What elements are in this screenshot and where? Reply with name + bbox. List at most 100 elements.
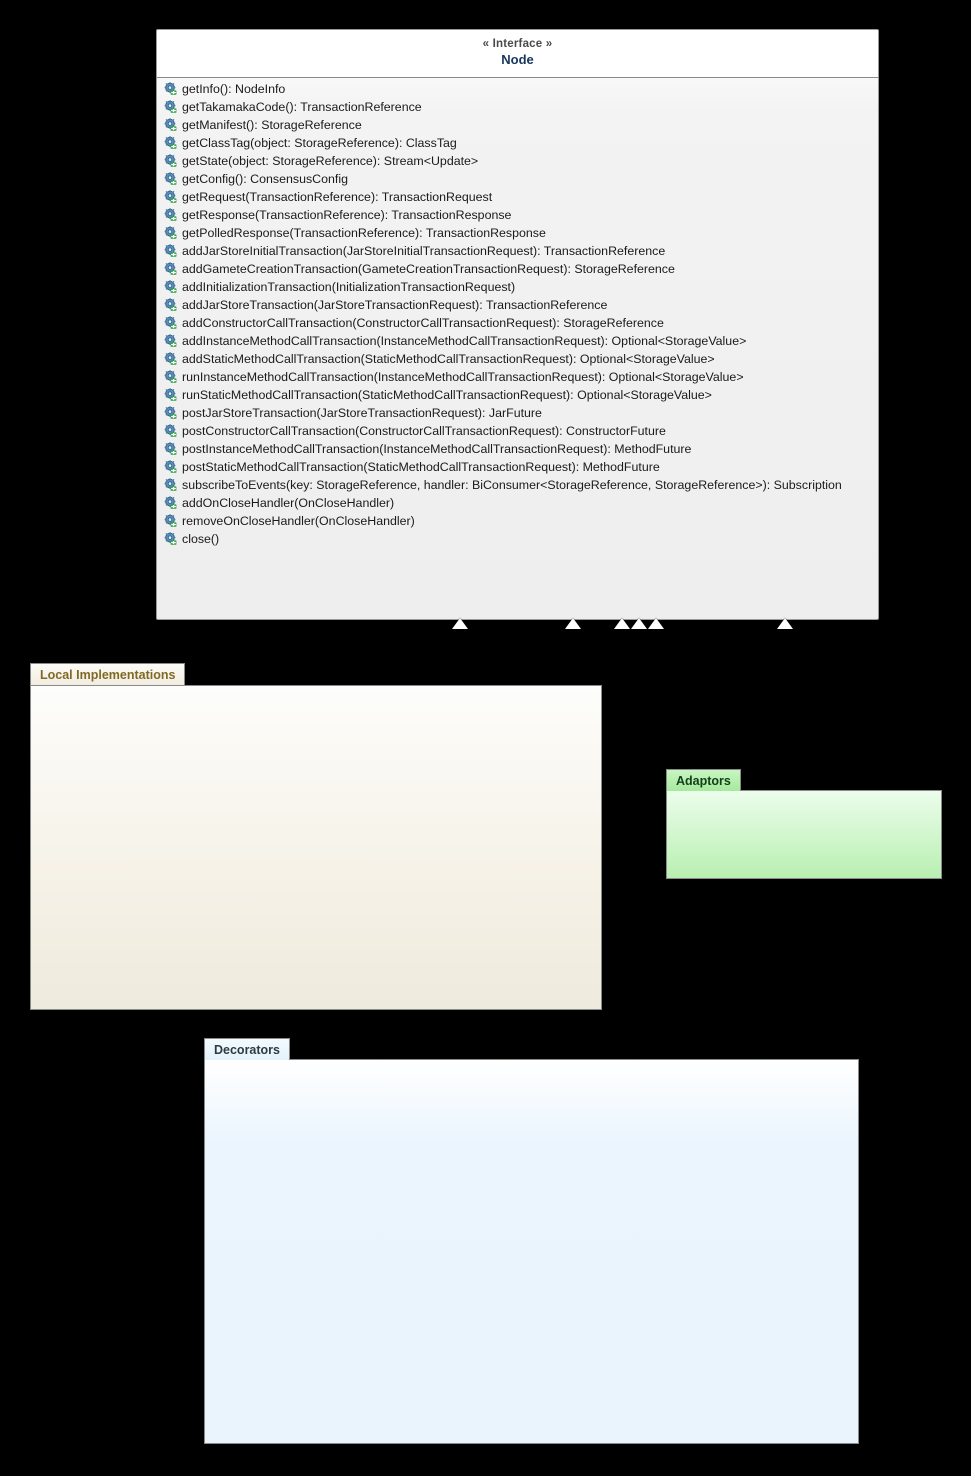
public-method-icon — [164, 532, 177, 545]
method-row[interactable]: getTakamakaCode(): TransactionReference — [157, 98, 878, 116]
method-signature: subscribeToEvents(key: StorageReference,… — [182, 477, 842, 492]
inheritance-arrow-accountsnode — [648, 618, 664, 629]
package-label-decorators: Decorators — [204, 1038, 290, 1060]
method-row[interactable]: subscribeToEvents(key: StorageReference,… — [157, 476, 878, 494]
public-method-icon — [164, 406, 177, 419]
public-method-icon — [164, 100, 177, 113]
method-row[interactable]: addJarStoreTransaction(JarStoreTransacti… — [157, 296, 878, 314]
package-body-decorators — [204, 1059, 859, 1444]
class-box-node[interactable]: « Interface » Node getInfo(): NodeInfo ge… — [156, 29, 879, 620]
method-signature: getPolledResponse(TransactionReference):… — [182, 225, 546, 240]
method-row[interactable]: getRequest(TransactionReference): Transa… — [157, 188, 878, 206]
method-row[interactable]: postConstructorCallTransaction(Construct… — [157, 422, 878, 440]
method-row[interactable]: getInfo(): NodeInfo — [157, 80, 878, 98]
public-method-icon — [164, 226, 177, 239]
class-header-node: « Interface » Node — [157, 30, 878, 77]
public-method-icon — [164, 478, 177, 491]
method-signature: getConfig(): ConsensusConfig — [182, 171, 348, 186]
public-method-icon — [164, 388, 177, 401]
inheritance-arrow-initializednode — [614, 618, 630, 629]
method-row[interactable]: postStaticMethodCallTransaction(StaticMe… — [157, 458, 878, 476]
method-row[interactable]: runInstanceMethodCallTransaction(Instanc… — [157, 368, 878, 386]
method-signature: getManifest(): StorageReference — [182, 117, 362, 132]
method-row[interactable]: addInstanceMethodCallTransaction(Instanc… — [157, 332, 878, 350]
method-row[interactable]: addJarStoreInitialTransaction(JarStoreIn… — [157, 242, 878, 260]
method-row[interactable]: addStaticMethodCallTransaction(StaticMet… — [157, 350, 878, 368]
public-method-icon — [164, 208, 177, 221]
public-method-icon — [164, 316, 177, 329]
method-row[interactable]: getManifest(): StorageReference — [157, 116, 878, 134]
method-signature: close() — [182, 531, 220, 546]
public-method-icon — [164, 424, 177, 437]
method-row[interactable]: removeOnCloseHandler(OnCloseHandler) — [157, 512, 878, 530]
method-signature: addStaticMethodCallTransaction(StaticMet… — [182, 351, 715, 366]
public-method-icon — [164, 154, 177, 167]
package-adaptors[interactable]: Adaptors — [666, 769, 942, 879]
method-signature: runStaticMethodCallTransaction(StaticMet… — [182, 387, 712, 402]
method-signature: postInstanceMethodCallTransaction(Instan… — [182, 441, 692, 456]
connector-accountsnode-vertical — [656, 629, 657, 1091]
package-label-adaptors: Adaptors — [666, 769, 741, 791]
method-signature: postConstructorCallTransaction(Construct… — [182, 423, 666, 438]
method-signature: removeOnCloseHandler(OnCloseHandler) — [182, 513, 415, 528]
public-method-icon — [164, 118, 177, 131]
stereotype-label: « Interface » — [482, 38, 553, 50]
inheritance-arrow-tendermint — [452, 618, 468, 629]
method-row[interactable]: addOnCloseHandler(OnCloseHandler) — [157, 494, 878, 512]
public-method-icon — [164, 172, 177, 185]
package-body-local — [30, 685, 602, 1010]
public-method-icon — [164, 496, 177, 509]
method-signature: addInstanceMethodCallTransaction(Instanc… — [182, 333, 747, 348]
package-body-adaptors — [666, 790, 942, 879]
public-method-icon — [164, 136, 177, 149]
public-method-icon — [164, 334, 177, 347]
public-method-icon — [164, 82, 177, 95]
uml-diagram-canvas: « Interface » Node getInfo(): NodeInfo ge… — [0, 0, 971, 1476]
method-list-node: getInfo(): NodeInfo getTakamakaCode(): Tr… — [157, 78, 878, 551]
method-signature: addOnCloseHandler(OnCloseHandler) — [182, 495, 395, 510]
method-signature: getRequest(TransactionReference): Transa… — [182, 189, 493, 204]
package-label-local: Local Implementations — [30, 663, 186, 685]
method-row[interactable]: postJarStoreTransaction(JarStoreTransact… — [157, 404, 878, 422]
public-method-icon — [164, 442, 177, 455]
inheritance-arrow-disknode — [565, 618, 581, 629]
public-method-icon — [164, 244, 177, 257]
method-row[interactable]: getConfig(): ConsensusConfig — [157, 170, 878, 188]
method-row[interactable]: addInitializationTransaction(Initializat… — [157, 278, 878, 296]
public-method-icon — [164, 460, 177, 473]
method-signature: addInitializationTransaction(Initializat… — [182, 279, 516, 294]
method-signature: getResponse(TransactionReference): Trans… — [182, 207, 512, 222]
method-signature: postJarStoreTransaction(JarStoreTransact… — [182, 405, 542, 420]
method-row[interactable]: addGameteCreationTransaction(GameteCreat… — [157, 260, 878, 278]
package-decorators[interactable]: Decorators — [204, 1038, 859, 1444]
method-row[interactable]: runStaticMethodCallTransaction(StaticMet… — [157, 386, 878, 404]
public-method-icon — [164, 298, 177, 311]
method-signature: addJarStoreTransaction(JarStoreTransacti… — [182, 297, 608, 312]
method-signature: getState(object: StorageReference): Stre… — [182, 153, 479, 168]
method-signature: addConstructorCallTransaction(Constructo… — [182, 315, 664, 330]
method-signature: getTakamakaCode(): TransactionReference — [182, 99, 422, 114]
method-row[interactable]: addConstructorCallTransaction(Constructo… — [157, 314, 878, 332]
method-row[interactable]: close() — [157, 530, 878, 548]
public-method-icon — [164, 514, 177, 527]
method-signature: getClassTag(object: StorageReference): C… — [182, 135, 457, 150]
method-row[interactable]: getState(object: StorageReference): Stre… — [157, 152, 878, 170]
method-row[interactable]: getResponse(TransactionReference): Trans… — [157, 206, 878, 224]
method-signature: runInstanceMethodCallTransaction(Instanc… — [182, 369, 744, 384]
public-method-icon — [164, 262, 177, 275]
public-method-icon — [164, 280, 177, 293]
method-signature: getInfo(): NodeInfo — [182, 81, 286, 96]
method-signature: addJarStoreInitialTransaction(JarStoreIn… — [182, 243, 666, 258]
method-signature: postStaticMethodCallTransaction(StaticMe… — [182, 459, 660, 474]
method-row[interactable]: postInstanceMethodCallTransaction(Instan… — [157, 440, 878, 458]
public-method-icon — [164, 370, 177, 383]
method-signature: addGameteCreationTransaction(GameteCreat… — [182, 261, 675, 276]
inheritance-arrow-remotenode — [777, 618, 793, 629]
class-name-node: Node — [501, 52, 534, 68]
public-method-icon — [164, 190, 177, 203]
method-row[interactable]: getPolledResponse(TransactionReference):… — [157, 224, 878, 242]
package-local-implementations[interactable]: Local Implementations — [30, 663, 602, 1010]
inheritance-arrow-jarsnode — [631, 618, 647, 629]
public-method-icon — [164, 352, 177, 365]
method-row[interactable]: getClassTag(object: StorageReference): C… — [157, 134, 878, 152]
